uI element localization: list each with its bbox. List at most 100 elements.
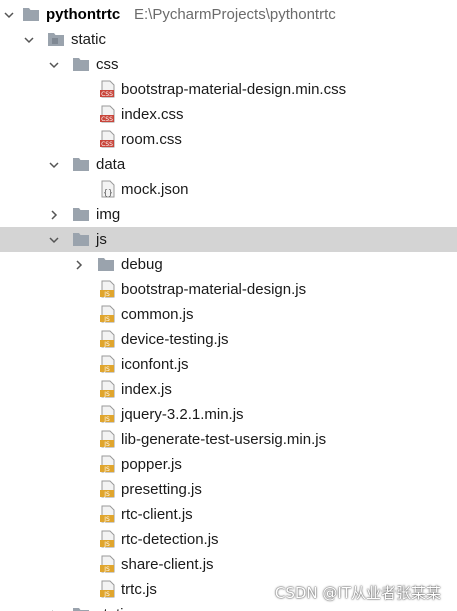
- folder-icon: [72, 155, 90, 173]
- svg-text:JS: JS: [103, 291, 110, 298]
- folder-icon: [97, 255, 115, 273]
- js-file-icon: JS: [99, 480, 117, 498]
- project-tree: pythontrtc E:\PycharmProjects\pythontrtc…: [0, 0, 457, 611]
- chevron-down-icon[interactable]: [3, 9, 15, 21]
- tree-row-file[interactable]: JS index.js: [0, 377, 457, 402]
- chevron-down-icon[interactable]: [48, 59, 60, 71]
- tree-row-file[interactable]: {} mock.json: [0, 177, 457, 202]
- chevron-right-icon[interactable]: [73, 259, 85, 271]
- file-name: index.js: [121, 381, 172, 398]
- tree-row-file[interactable]: JS share-client.js: [0, 552, 457, 577]
- tree-row-file[interactable]: CSS index.css: [0, 102, 457, 127]
- folder-icon: [72, 55, 90, 73]
- folder-name: js: [96, 231, 107, 248]
- svg-text:JS: JS: [103, 541, 110, 548]
- svg-text:JS: JS: [103, 391, 110, 398]
- svg-text:JS: JS: [103, 491, 110, 498]
- tree-row-file[interactable]: JS popper.js: [0, 452, 457, 477]
- js-file-icon: JS: [99, 405, 117, 423]
- chevron-down-icon[interactable]: [48, 234, 60, 246]
- tree-row-file[interactable]: JS lib-generate-test-usersig.min.js: [0, 427, 457, 452]
- js-file-icon: JS: [99, 330, 117, 348]
- js-file-icon: JS: [99, 280, 117, 298]
- file-name: lib-generate-test-usersig.min.js: [121, 431, 327, 448]
- chevron-down-icon[interactable]: [23, 34, 35, 46]
- svg-text:{}: {}: [103, 188, 113, 197]
- tree-row-file[interactable]: JS jquery-3.2.1.min.js: [0, 402, 457, 427]
- svg-text:JS: JS: [103, 366, 110, 373]
- svg-text:JS: JS: [103, 566, 110, 573]
- tree-row-file[interactable]: JS device-testing.js: [0, 327, 457, 352]
- js-file-icon: JS: [99, 355, 117, 373]
- file-name: rtc-client.js: [121, 506, 193, 523]
- svg-text:JS: JS: [103, 441, 110, 448]
- folder-name: static: [71, 31, 107, 48]
- file-name: common.js: [121, 306, 194, 323]
- svg-text:CSS: CSS: [101, 141, 113, 148]
- svg-text:JS: JS: [103, 341, 110, 348]
- file-name: room.css: [121, 131, 182, 148]
- tree-row-file[interactable]: JS rtc-detection.js: [0, 527, 457, 552]
- js-file-icon: JS: [99, 580, 117, 598]
- folder-icon: [47, 30, 65, 48]
- folder-icon: [72, 205, 90, 223]
- tree-row-file[interactable]: JS common.js: [0, 302, 457, 327]
- svg-text:CSS: CSS: [101, 116, 113, 123]
- watermark: CSDN @IT从业者张某某: [274, 584, 441, 602]
- tree-row-file[interactable]: JS iconfont.js: [0, 352, 457, 377]
- chevron-right-icon[interactable]: [48, 209, 60, 221]
- tree-row-img[interactable]: img: [0, 202, 457, 227]
- tree-row-partial[interactable]: static: [0, 602, 457, 611]
- json-file-icon: {}: [99, 180, 117, 198]
- tree-row-css[interactable]: css: [0, 52, 457, 77]
- js-file-icon: JS: [99, 455, 117, 473]
- svg-text:JS: JS: [103, 591, 110, 598]
- file-name: iconfont.js: [121, 356, 189, 373]
- folder-icon: [72, 230, 90, 248]
- folder-name: img: [96, 206, 121, 223]
- file-name: trtc.js: [121, 581, 157, 598]
- tree-row-file[interactable]: JS presetting.js: [0, 477, 457, 502]
- folder-icon: [22, 5, 40, 23]
- tree-row-static[interactable]: static: [0, 27, 457, 52]
- tree-row-data[interactable]: data: [0, 152, 457, 177]
- tree-row-root[interactable]: pythontrtc E:\PycharmProjects\pythontrtc: [0, 2, 457, 27]
- svg-text:JS: JS: [103, 416, 110, 423]
- css-file-icon: CSS: [99, 105, 117, 123]
- tree-row-js[interactable]: js: [0, 227, 457, 252]
- js-file-icon: JS: [99, 555, 117, 573]
- folder-icon: [72, 605, 90, 611]
- tree-row-file[interactable]: JS bootstrap-material-design.js: [0, 277, 457, 302]
- folder-name: static: [96, 602, 131, 611]
- file-name: presetting.js: [121, 481, 202, 498]
- css-file-icon: CSS: [99, 80, 117, 98]
- folder-name: debug: [121, 256, 163, 273]
- folder-name: data: [96, 156, 126, 173]
- chevron-down-icon[interactable]: [48, 159, 60, 171]
- svg-text:CSS: CSS: [101, 91, 113, 98]
- root-folder-name: pythontrtc: [46, 6, 121, 23]
- file-name: bootstrap-material-design.js: [121, 281, 307, 298]
- file-name: rtc-detection.js: [121, 531, 219, 548]
- file-name: popper.js: [121, 456, 182, 473]
- js-file-icon: JS: [99, 380, 117, 398]
- file-name: share-client.js: [121, 556, 214, 573]
- js-file-icon: JS: [99, 305, 117, 323]
- file-name: device-testing.js: [121, 331, 229, 348]
- tree-row-file[interactable]: CSS room.css: [0, 127, 457, 152]
- file-name: mock.json: [121, 181, 189, 198]
- folder-name: css: [96, 56, 119, 73]
- file-name: jquery-3.2.1.min.js: [121, 406, 244, 423]
- tree-row-file[interactable]: JS rtc-client.js: [0, 502, 457, 527]
- root-folder-path: E:\PycharmProjects\pythontrtc: [134, 6, 336, 23]
- file-name: index.css: [121, 106, 184, 123]
- tree-row-file[interactable]: CSS bootstrap-material-design.min.css: [0, 77, 457, 102]
- file-name: bootstrap-material-design.min.css: [121, 81, 347, 98]
- css-file-icon: CSS: [99, 130, 117, 148]
- svg-text:JS: JS: [103, 466, 110, 473]
- svg-text:JS: JS: [103, 316, 110, 323]
- js-file-icon: JS: [99, 530, 117, 548]
- js-file-icon: JS: [99, 505, 117, 523]
- js-file-icon: JS: [99, 430, 117, 448]
- tree-row-debug[interactable]: debug: [0, 252, 457, 277]
